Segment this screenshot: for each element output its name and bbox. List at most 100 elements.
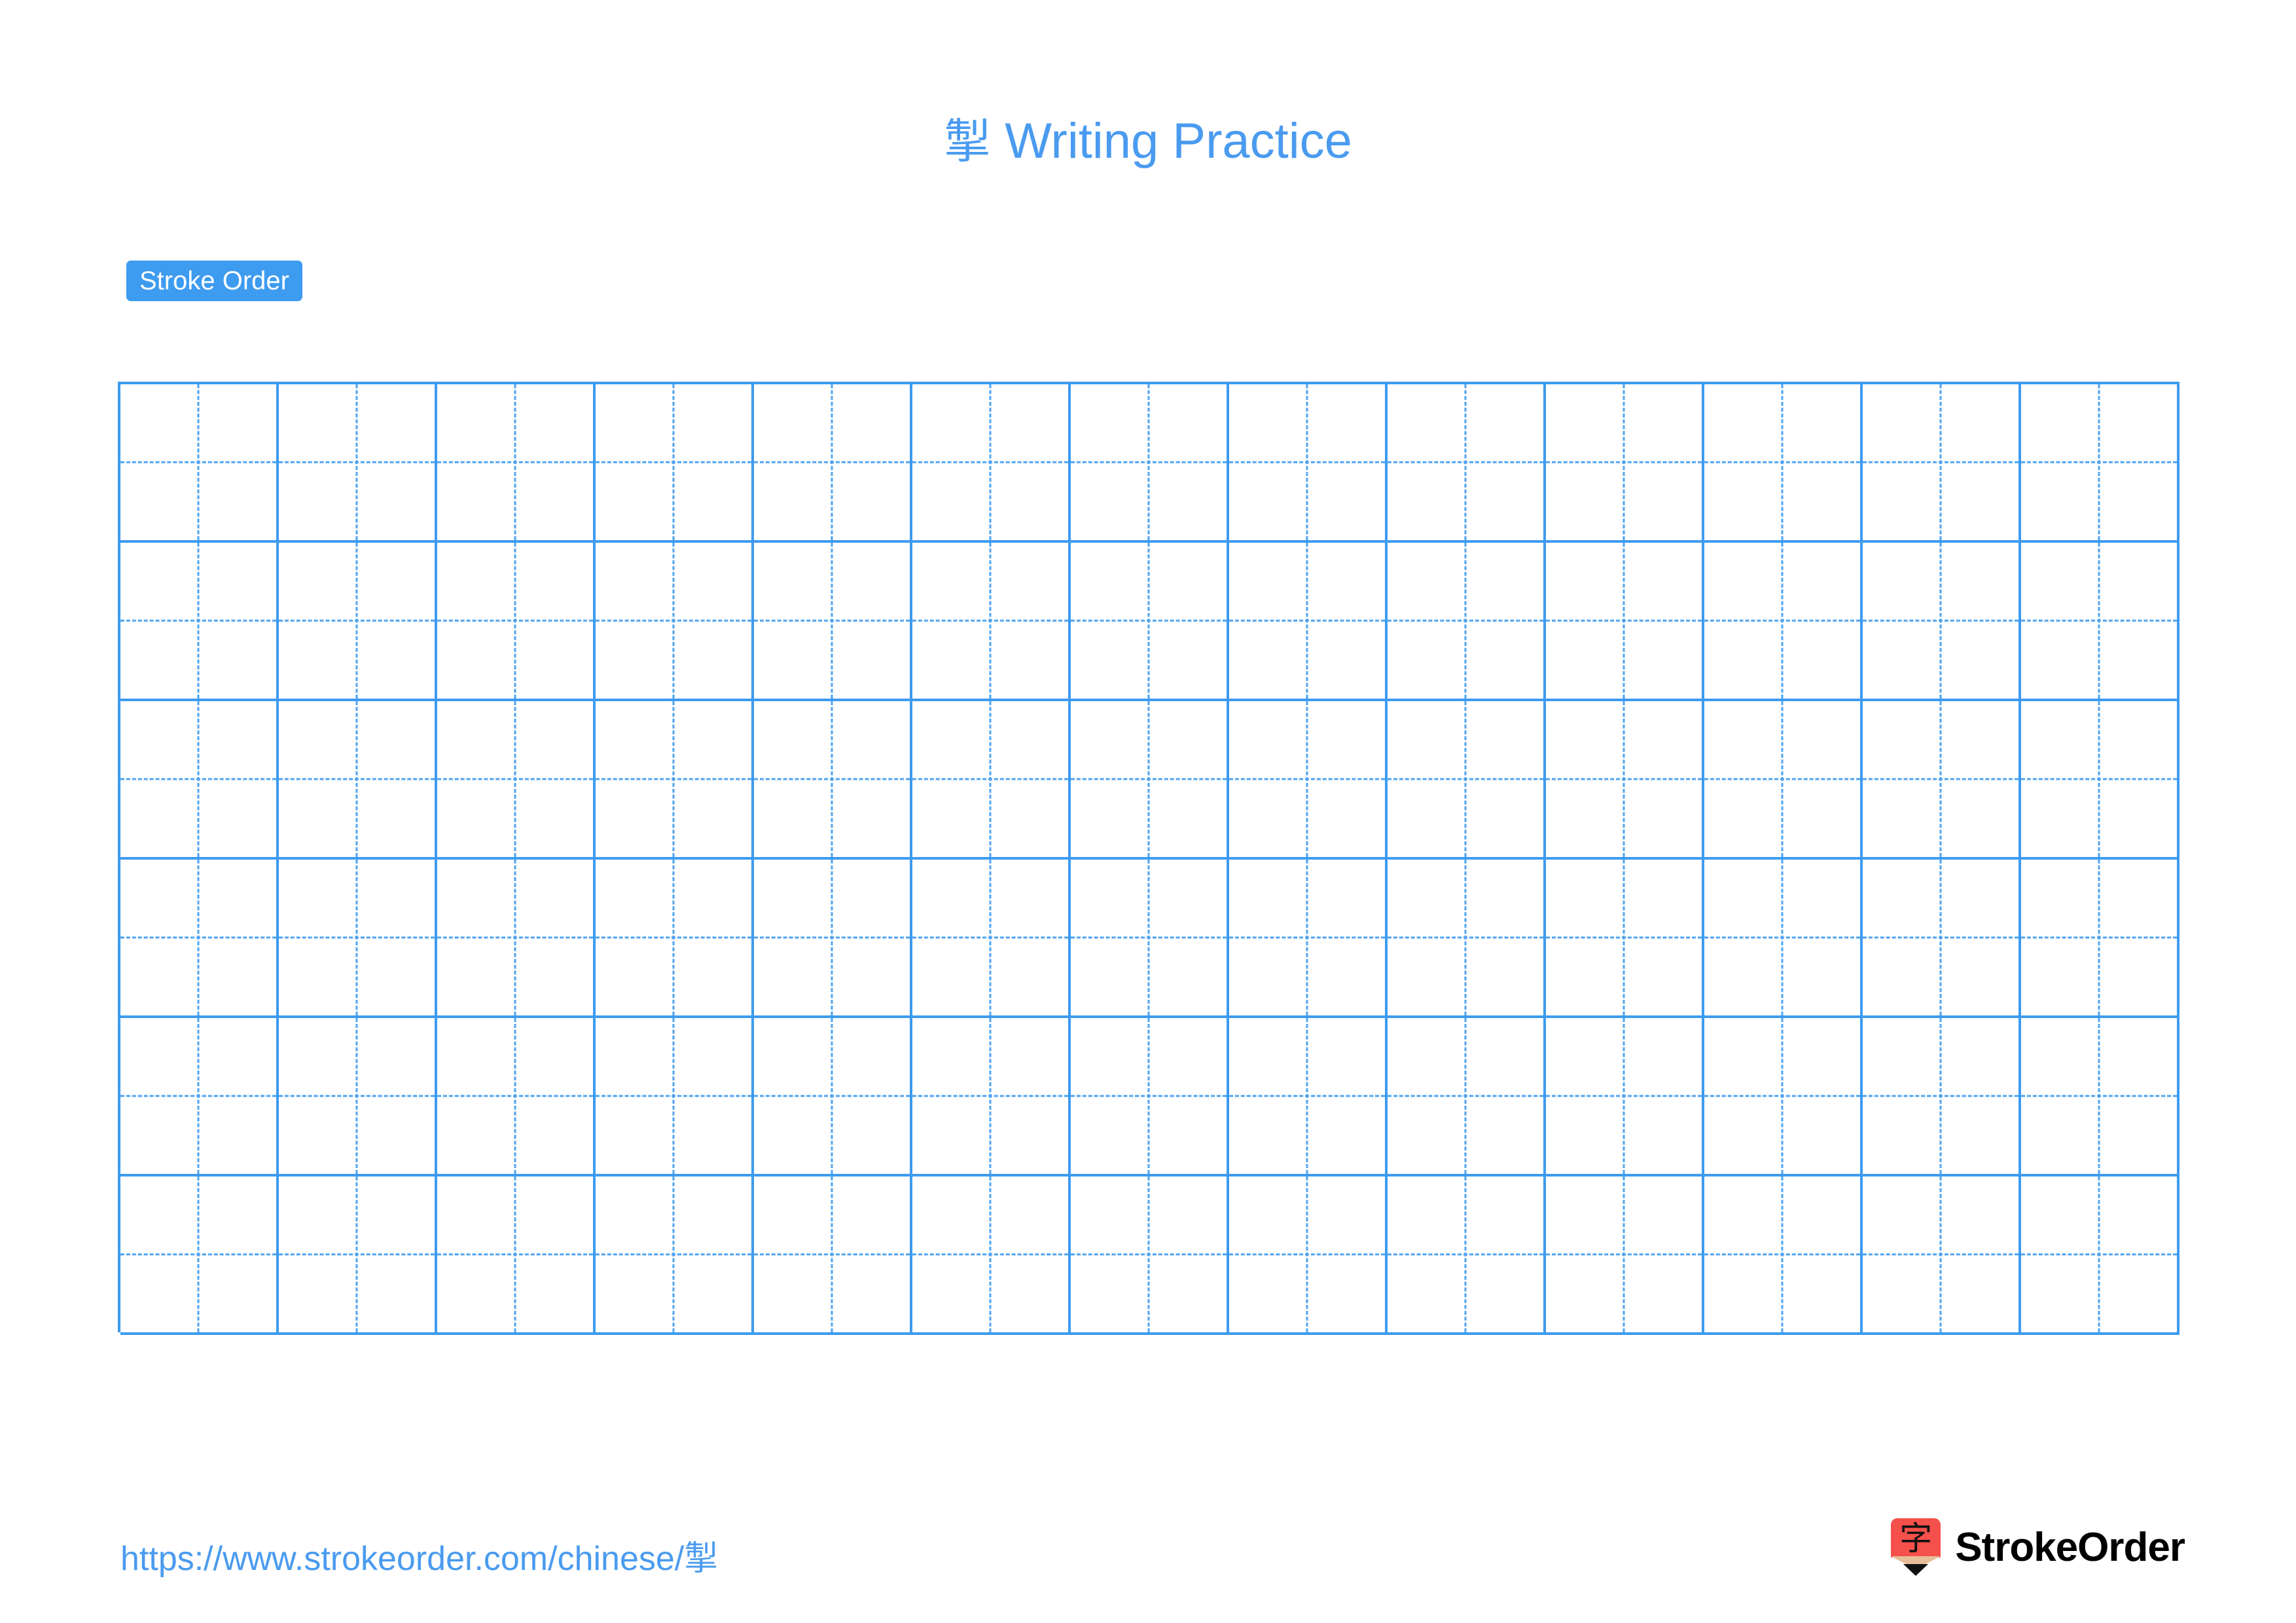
grid-cell-r1-c8[interactable] bbox=[1229, 384, 1388, 543]
grid-cell-r4-c10[interactable] bbox=[1546, 860, 1704, 1018]
grid-cell-r4-c7[interactable] bbox=[1071, 860, 1229, 1018]
grid-cell-r4-c2[interactable] bbox=[279, 860, 437, 1018]
grid-cell-r3-c1[interactable] bbox=[120, 701, 279, 860]
tracing-character bbox=[437, 701, 593, 857]
practice-grid bbox=[118, 382, 2179, 1335]
grid-cell-r5-c5[interactable] bbox=[754, 1018, 912, 1176]
tracing-character bbox=[1863, 701, 2018, 857]
grid-cell-r1-c2[interactable] bbox=[279, 384, 437, 543]
grid-cell-r3-c9[interactable] bbox=[1388, 701, 1546, 860]
grid-cell-r5-c3[interactable] bbox=[437, 1018, 596, 1176]
grid-cell-r2-c10[interactable] bbox=[1546, 543, 1704, 701]
grid-cell-r2-c12[interactable] bbox=[1863, 543, 2021, 701]
grid-cell-r1-c11[interactable] bbox=[1704, 384, 1863, 543]
grid-cell-r6-c7[interactable] bbox=[1071, 1176, 1229, 1335]
grid-cell-r1-c5[interactable] bbox=[754, 384, 912, 543]
grid-cell-r6-c9[interactable] bbox=[1388, 1176, 1546, 1335]
grid-cell-r6-c4[interactable] bbox=[596, 1176, 754, 1335]
grid-cell-r3-c3[interactable] bbox=[437, 701, 596, 860]
grid-cell-r2-c8[interactable] bbox=[1229, 543, 1388, 701]
grid-cell-r2-c13[interactable] bbox=[2021, 543, 2179, 701]
grid-cell-r4-c8[interactable] bbox=[1229, 860, 1388, 1018]
grid-cell-r4-c3[interactable] bbox=[437, 860, 596, 1018]
tracing-character bbox=[437, 384, 593, 540]
grid-cell-r1-c10[interactable] bbox=[1546, 384, 1704, 543]
grid-cell-r6-c12[interactable] bbox=[1863, 1176, 2021, 1335]
tracing-character bbox=[912, 384, 1068, 540]
grid-cell-r1-c7[interactable] bbox=[1071, 384, 1229, 543]
grid-cell-r5-c13[interactable] bbox=[2021, 1018, 2179, 1176]
grid-cell-r3-c7[interactable] bbox=[1071, 701, 1229, 860]
grid-cell-r6-c13[interactable] bbox=[2021, 1176, 2179, 1335]
grid-cell-r3-c4[interactable] bbox=[596, 701, 754, 860]
grid-cell-r2-c3[interactable] bbox=[437, 543, 596, 701]
grid-cell-r3-c8[interactable] bbox=[1229, 701, 1388, 860]
grid-cell-r3-c11[interactable] bbox=[1704, 701, 1863, 860]
grid-cell-r4-c4[interactable] bbox=[596, 860, 754, 1018]
grid-cell-r1-c12[interactable] bbox=[1863, 384, 2021, 543]
grid-cell-r4-c11[interactable] bbox=[1704, 860, 1863, 1018]
grid-cell-r1-c13[interactable] bbox=[2021, 384, 2179, 543]
stroke-step-2 bbox=[506, 253, 591, 338]
tracing-character bbox=[1071, 701, 1227, 857]
grid-cell-r2-c2[interactable] bbox=[279, 543, 437, 701]
grid-cell-r2-c1[interactable] bbox=[120, 543, 279, 701]
grid-cell-r1-c3[interactable] bbox=[437, 384, 596, 543]
grid-cell-r6-c11[interactable] bbox=[1704, 1176, 1863, 1335]
grid-cell-r6-c1[interactable] bbox=[120, 1176, 279, 1335]
grid-cell-r4-c6[interactable] bbox=[912, 860, 1071, 1018]
grid-cell-r3-c6[interactable] bbox=[912, 701, 1071, 860]
grid-cell-r6-c10[interactable] bbox=[1546, 1176, 1704, 1335]
grid-cell-r3-c2[interactable] bbox=[279, 701, 437, 860]
grid-cell-r5-c1[interactable] bbox=[120, 1018, 279, 1176]
footer-url-link[interactable]: https://www.strokeorder.com/chinese/掣 bbox=[120, 1531, 718, 1580]
grid-cell-r4-c13[interactable] bbox=[2021, 860, 2179, 1018]
grid-cell-r1-c4[interactable] bbox=[596, 384, 754, 543]
grid-cell-r2-c9[interactable] bbox=[1388, 543, 1546, 701]
grid-cell-r6-c5[interactable] bbox=[754, 1176, 912, 1335]
grid-cell-r6-c2[interactable] bbox=[279, 1176, 437, 1335]
grid-cell-r2-c11[interactable] bbox=[1704, 543, 1863, 701]
grid-cell-r3-c13[interactable] bbox=[2021, 701, 2179, 860]
tracing-character bbox=[1229, 384, 1385, 540]
grid-row-4 bbox=[120, 860, 2179, 1018]
grid-cell-r2-c5[interactable] bbox=[754, 543, 912, 701]
model-character bbox=[120, 384, 276, 540]
grid-cell-r5-c2[interactable] bbox=[279, 1018, 437, 1176]
grid-cell-r5-c12[interactable] bbox=[1863, 1018, 2021, 1176]
grid-cell-r6-c3[interactable] bbox=[437, 1176, 596, 1335]
grid-cell-r3-c10[interactable] bbox=[1546, 701, 1704, 860]
grid-cell-r1-c6[interactable] bbox=[912, 384, 1071, 543]
grid-cell-r6-c8[interactable] bbox=[1229, 1176, 1388, 1335]
tracing-character bbox=[120, 543, 276, 699]
page-title: 掣 Writing Practice bbox=[0, 117, 2296, 166]
grid-cell-r2-c7[interactable] bbox=[1071, 543, 1229, 701]
grid-cell-r5-c7[interactable] bbox=[1071, 1018, 1229, 1176]
grid-cell-r5-c4[interactable] bbox=[596, 1018, 754, 1176]
grid-cell-r2-c4[interactable] bbox=[596, 543, 754, 701]
tracing-character bbox=[596, 701, 751, 857]
brand-logo[interactable]: 字 StrokeOrder bbox=[1891, 1518, 2185, 1577]
stroke-step-9 bbox=[1193, 253, 1278, 338]
tracing-character bbox=[1071, 384, 1227, 540]
tracing-character bbox=[1863, 543, 2018, 699]
grid-cell-r1-c1[interactable] bbox=[120, 384, 279, 543]
grid-cell-r3-c12[interactable] bbox=[1863, 701, 2021, 860]
grid-cell-r5-c9[interactable] bbox=[1388, 1018, 1546, 1176]
grid-cell-r5-c10[interactable] bbox=[1546, 1018, 1704, 1176]
grid-cell-r2-c6[interactable] bbox=[912, 543, 1071, 701]
grid-cell-r5-c6[interactable] bbox=[912, 1018, 1071, 1176]
grid-cell-r1-c9[interactable] bbox=[1388, 384, 1546, 543]
grid-cell-r4-c9[interactable] bbox=[1388, 860, 1546, 1018]
grid-cell-r3-c5[interactable] bbox=[754, 701, 912, 860]
pencil-icon: 字 bbox=[1891, 1518, 1941, 1576]
grid-cell-r4-c12[interactable] bbox=[1863, 860, 2021, 1018]
footer-url-prefix: https://www.strokeorder.com/chinese/ bbox=[120, 1540, 685, 1578]
grid-cell-r5-c11[interactable] bbox=[1704, 1018, 1863, 1176]
tracing-character bbox=[1704, 701, 1860, 857]
grid-cell-r5-c8[interactable] bbox=[1229, 1018, 1388, 1176]
grid-cell-r4-c1[interactable] bbox=[120, 860, 279, 1018]
tracing-character bbox=[2021, 384, 2177, 540]
grid-cell-r6-c6[interactable] bbox=[912, 1176, 1071, 1335]
grid-cell-r4-c5[interactable] bbox=[754, 860, 912, 1018]
